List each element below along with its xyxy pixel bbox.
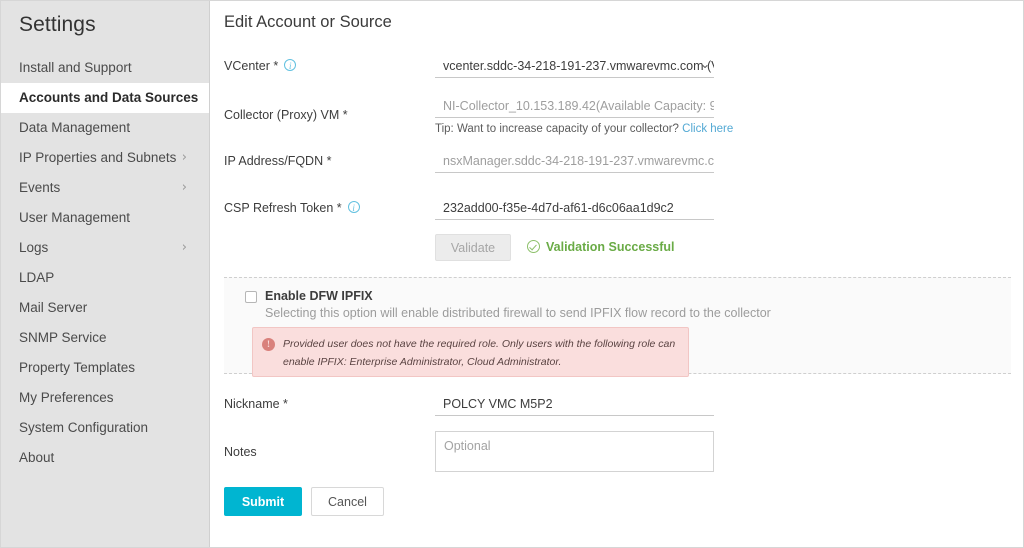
collector-tip: Tip: Want to increase capacity of your c… bbox=[435, 123, 733, 135]
sidebar-item-label: LDAP bbox=[19, 270, 55, 285]
csp-token-field-wrap bbox=[435, 198, 714, 220]
info-icon[interactable]: i bbox=[284, 59, 297, 71]
vcenter-label: VCenter * i bbox=[224, 59, 297, 73]
chevron-right-icon: › bbox=[181, 150, 187, 165]
info-icon[interactable]: i bbox=[347, 201, 360, 213]
enable-dfw-ipfix-checkbox[interactable] bbox=[245, 291, 257, 303]
sidebar-item-label: Logs bbox=[19, 240, 49, 255]
vcenter-label-text: VCenter * bbox=[224, 59, 279, 73]
sidebar-item-label: User Management bbox=[19, 210, 131, 225]
csp-token-label-text: CSP Refresh Token * bbox=[224, 201, 342, 215]
csp-token-label: CSP Refresh Token * i bbox=[224, 201, 360, 215]
sidebar-item-property-templates[interactable]: Property Templates bbox=[1, 353, 209, 383]
sidebar-item-ip-properties-and-subnets[interactable]: IP Properties and Subnets › bbox=[1, 143, 209, 173]
sidebar-item-label: Install and Support bbox=[19, 60, 132, 75]
sidebar-nav-list: Install and Support Accounts and Data Sou… bbox=[1, 53, 209, 473]
chevron-right-icon: › bbox=[181, 180, 187, 195]
sidebar-item-label: System Configuration bbox=[19, 420, 149, 435]
sidebar-item-system-configuration[interactable]: System Configuration bbox=[1, 413, 209, 443]
sidebar-item-logs[interactable]: Logs › bbox=[1, 233, 209, 263]
nickname-field-wrap bbox=[435, 394, 714, 416]
sidebar-item-install-and-support[interactable]: Install and Support bbox=[1, 53, 209, 83]
sidebar-item-label: SNMP Service bbox=[19, 330, 107, 345]
collector-label: Collector (Proxy) VM * bbox=[224, 108, 348, 122]
vcenter-field-wrap: ⌄ bbox=[435, 56, 714, 78]
notes-label: Notes bbox=[224, 445, 257, 459]
settings-page: Settings Install and Support Accounts and… bbox=[0, 0, 1024, 548]
vcenter-select[interactable]: ⌄ bbox=[435, 56, 714, 78]
main-content: Edit Account or Source VCenter * i ⌄ Coll… bbox=[211, 1, 1011, 547]
validate-button[interactable]: Validate bbox=[435, 234, 511, 261]
page-title: Edit Account or Source bbox=[224, 13, 392, 31]
enable-dfw-ipfix-description: Selecting this option will enable distri… bbox=[265, 306, 771, 320]
collector-tip-text: Tip: Want to increase capacity of your c… bbox=[435, 123, 683, 135]
sidebar-item-label: My Preferences bbox=[19, 390, 114, 405]
sidebar-item-events[interactable]: Events › bbox=[1, 173, 209, 203]
sidebar-item-label: Events bbox=[19, 180, 61, 195]
nickname-input[interactable] bbox=[435, 394, 714, 416]
sidebar-item-label: IP Properties and Subnets bbox=[19, 150, 177, 165]
vcenter-select-value[interactable] bbox=[435, 56, 714, 78]
sidebar-item-snmp-service[interactable]: SNMP Service bbox=[1, 323, 209, 353]
ip-fqdn-label: IP Address/FQDN * bbox=[224, 154, 332, 168]
validation-status-text: Validation Successful bbox=[546, 240, 675, 254]
warning-icon: ! bbox=[262, 338, 275, 351]
csp-token-input[interactable] bbox=[435, 198, 714, 220]
sidebar-item-about[interactable]: About bbox=[1, 443, 209, 473]
ipfix-warning-banner: ! Provided user does not have the requir… bbox=[252, 327, 689, 377]
sidebar-item-label: About bbox=[19, 450, 55, 465]
sidebar-item-data-management[interactable]: Data Management bbox=[1, 113, 209, 143]
sidebar-item-accounts-and-data-sources[interactable]: Accounts and Data Sources bbox=[1, 83, 209, 113]
sidebar-item-user-management[interactable]: User Management bbox=[1, 203, 209, 233]
sidebar-item-label: Property Templates bbox=[19, 360, 136, 375]
sidebar-item-ldap[interactable]: LDAP bbox=[1, 263, 209, 293]
ip-fqdn-input[interactable] bbox=[435, 151, 714, 173]
collector-input[interactable] bbox=[435, 96, 714, 118]
collector-field-wrap: Tip: Want to increase capacity of your c… bbox=[435, 96, 733, 135]
sidebar-item-my-preferences[interactable]: My Preferences bbox=[1, 383, 209, 413]
ip-fqdn-field-wrap bbox=[435, 151, 714, 173]
sidebar-item-label: Accounts and Data Sources bbox=[19, 90, 199, 105]
notes-textarea[interactable] bbox=[435, 431, 714, 472]
settings-sidebar: Settings Install and Support Accounts and… bbox=[1, 1, 210, 547]
check-circle-icon bbox=[527, 240, 540, 253]
sidebar-item-label: Mail Server bbox=[19, 300, 88, 315]
sidebar-item-label: Data Management bbox=[19, 120, 131, 135]
ipfix-section: Enable DFW IPFIX Selecting this option w… bbox=[224, 277, 1011, 377]
enable-dfw-ipfix-label: Enable DFW IPFIX bbox=[265, 289, 373, 303]
chevron-right-icon: › bbox=[181, 240, 187, 255]
ipfix-warning-text: Provided user does not have the required… bbox=[283, 338, 676, 368]
submit-button[interactable]: Submit bbox=[224, 487, 302, 516]
nickname-label: Nickname * bbox=[224, 397, 288, 411]
validation-status: Validation Successful bbox=[527, 240, 675, 254]
cancel-button[interactable]: Cancel bbox=[311, 487, 384, 516]
sidebar-title: Settings bbox=[19, 13, 96, 36]
sidebar-item-mail-server[interactable]: Mail Server bbox=[1, 293, 209, 323]
collector-tip-link[interactable]: Click here bbox=[682, 123, 733, 135]
